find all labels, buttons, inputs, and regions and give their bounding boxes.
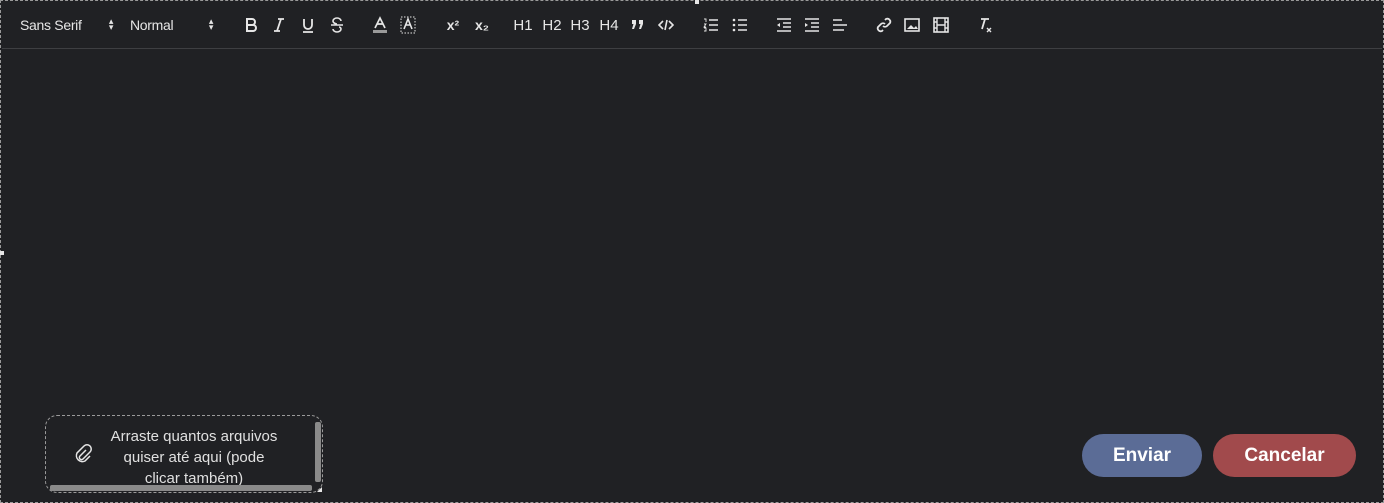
heading-4-button[interactable]: H4 bbox=[598, 2, 620, 48]
send-button[interactable]: Enviar bbox=[1082, 434, 1202, 477]
strikethrough-icon bbox=[331, 17, 343, 33]
heading-3-icon: H3 bbox=[570, 16, 590, 34]
bullet-list-icon bbox=[732, 18, 747, 32]
outdent-button[interactable] bbox=[773, 2, 795, 48]
file-dropzone[interactable]: Arraste quantos arquivos quiser até aqui… bbox=[45, 415, 323, 493]
strikethrough-button[interactable] bbox=[326, 2, 348, 48]
quote-icon bbox=[632, 20, 643, 29]
resize-grip-icon[interactable] bbox=[317, 487, 322, 492]
editor-container: Sans Serif ▴ ▾ Normal ▴ ▾ x² x₂ H1 H2 H3… bbox=[0, 0, 1384, 503]
link-button[interactable] bbox=[873, 2, 895, 48]
background-color-button[interactable] bbox=[397, 2, 419, 48]
font-size-value: Normal bbox=[130, 17, 174, 33]
link-icon bbox=[876, 17, 892, 33]
cancel-button[interactable]: Cancelar bbox=[1213, 434, 1356, 477]
code-block-button[interactable] bbox=[655, 2, 677, 48]
outdent-icon bbox=[777, 18, 791, 32]
resize-handle-left[interactable] bbox=[0, 251, 4, 255]
bold-button[interactable] bbox=[240, 2, 262, 48]
heading-1-button[interactable]: H1 bbox=[512, 2, 534, 48]
bold-icon bbox=[246, 18, 257, 32]
font-family-picker[interactable]: Sans Serif ▴ ▾ bbox=[20, 2, 120, 48]
blockquote-button[interactable] bbox=[627, 2, 649, 48]
code-icon bbox=[658, 19, 674, 31]
formatting-toolbar: Sans Serif ▴ ▾ Normal ▴ ▾ x² x₂ H1 H2 H3… bbox=[2, 2, 1382, 49]
image-button[interactable] bbox=[901, 2, 923, 48]
superscript-icon: x² bbox=[446, 17, 460, 33]
text-color-icon bbox=[373, 16, 387, 33]
font-family-value: Sans Serif bbox=[20, 17, 82, 33]
clear-format-icon bbox=[981, 18, 992, 33]
heading-1-icon: H1 bbox=[513, 16, 533, 34]
font-size-picker[interactable]: Normal ▴ ▾ bbox=[130, 2, 220, 48]
video-icon bbox=[933, 17, 949, 33]
heading-2-button[interactable]: H2 bbox=[541, 2, 563, 48]
subscript-button[interactable]: x₂ bbox=[471, 2, 493, 48]
italic-button[interactable] bbox=[268, 2, 290, 48]
underline-icon bbox=[303, 19, 313, 33]
heading-2-icon: H2 bbox=[542, 16, 562, 34]
resize-handle-top[interactable] bbox=[695, 0, 699, 4]
ordered-list-button[interactable] bbox=[700, 2, 722, 48]
indent-button[interactable] bbox=[801, 2, 823, 48]
underline-button[interactable] bbox=[297, 2, 319, 48]
dropzone-horizontal-scrollbar[interactable] bbox=[50, 485, 312, 491]
indent-icon bbox=[805, 18, 819, 32]
superscript-button[interactable]: x² bbox=[442, 2, 464, 48]
font-size-caret-icon: ▴ ▾ bbox=[208, 16, 214, 32]
heading-3-button[interactable]: H3 bbox=[569, 2, 591, 48]
font-family-caret-icon: ▴ ▾ bbox=[108, 16, 114, 32]
align-left-icon bbox=[833, 19, 847, 31]
italic-icon bbox=[274, 18, 284, 32]
ordered-list-icon bbox=[703, 18, 718, 32]
text-color-button[interactable] bbox=[369, 2, 391, 48]
dropzone-vertical-scrollbar[interactable] bbox=[315, 422, 321, 482]
paperclip-icon bbox=[75, 444, 92, 463]
align-button[interactable] bbox=[829, 2, 851, 48]
bullet-list-button[interactable] bbox=[729, 2, 751, 48]
dropzone-instructions: Arraste quantos arquivos quiser até aqui… bbox=[110, 428, 278, 487]
image-icon bbox=[904, 18, 920, 32]
highlight-icon bbox=[400, 16, 416, 34]
clear-formatting-button[interactable] bbox=[974, 2, 996, 48]
subscript-icon: x₂ bbox=[474, 17, 489, 33]
video-button[interactable] bbox=[930, 2, 952, 48]
heading-4-icon: H4 bbox=[599, 16, 619, 34]
